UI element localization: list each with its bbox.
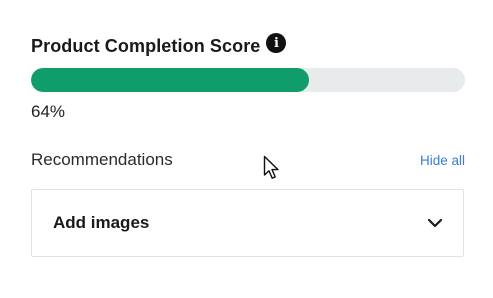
chevron-down-icon[interactable] (427, 215, 443, 231)
score-header: Product Completion Score i (31, 32, 466, 60)
hide-all-link[interactable]: Hide all (420, 153, 465, 168)
score-title: Product Completion Score (31, 35, 261, 56)
progress-bar (31, 68, 465, 92)
recommendation-item-label: Add images (53, 213, 150, 232)
completion-percent: 64% (31, 102, 66, 121)
recommendations-title: Recommendations (31, 150, 173, 169)
progress-bar-fill (31, 68, 309, 92)
product-completion-panel: Product Completion Score i 64% Recommend… (31, 32, 466, 257)
recommendation-item-add-images[interactable]: Add images (31, 189, 464, 257)
recommendations-header: Recommendations Hide all (31, 148, 466, 172)
info-icon[interactable]: i (266, 33, 287, 53)
